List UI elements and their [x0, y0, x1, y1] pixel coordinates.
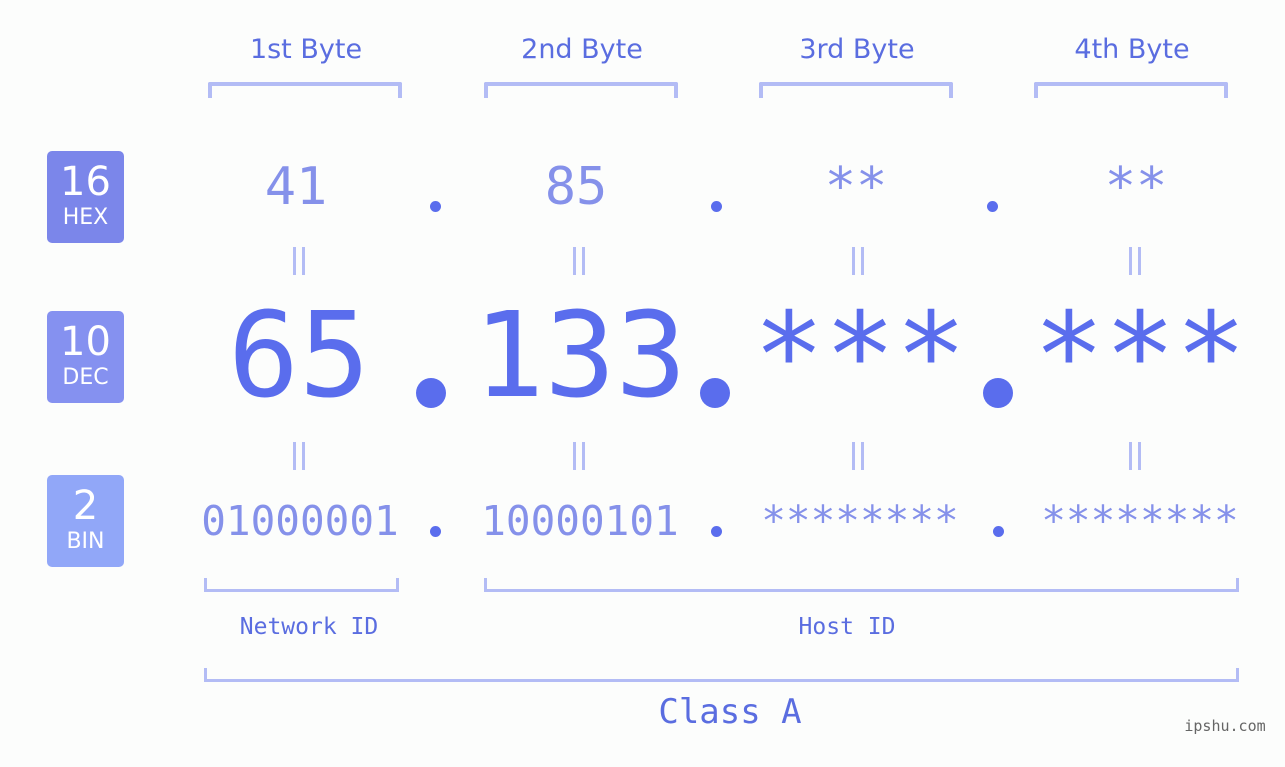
byte-header-3: 3rd Byte — [799, 34, 915, 65]
dec-byte-1: 65 — [227, 286, 371, 424]
dec-badge: 10 DEC — [47, 311, 124, 403]
dec-byte-2: 133 — [473, 286, 687, 424]
bin-byte-4: ******** — [1041, 497, 1239, 545]
dec-dot-3 — [983, 378, 1013, 408]
dec-base-number: 10 — [60, 319, 111, 365]
hex-badge: 16 HEX — [47, 151, 124, 243]
bin-badge: 2 BIN — [47, 475, 124, 567]
equals-dec-bin-2 — [573, 442, 585, 470]
host-id-bracket — [484, 578, 1239, 592]
bin-base-label: BIN — [66, 529, 105, 554]
dec-dot-2 — [700, 378, 730, 408]
byte-bracket-4 — [1034, 82, 1228, 98]
hex-byte-1: 41 — [264, 157, 328, 217]
hex-base-label: HEX — [62, 205, 109, 230]
dec-byte-3: *** — [753, 286, 967, 424]
hex-base-number: 16 — [60, 159, 111, 205]
equals-dec-bin-1 — [293, 442, 305, 470]
hex-byte-2: 85 — [544, 157, 608, 217]
byte-header-2: 2nd Byte — [521, 34, 643, 65]
watermark: ipshu.com — [1184, 717, 1266, 735]
hex-byte-4: ** — [1104, 157, 1168, 217]
network-id-label: Network ID — [239, 614, 379, 640]
bin-byte-1: 01000001 — [201, 497, 399, 545]
bin-dot-3 — [993, 526, 1004, 537]
equals-dec-bin-3 — [852, 442, 864, 470]
byte-bracket-3 — [759, 82, 953, 98]
equals-hex-dec-2 — [573, 247, 585, 275]
dec-dot-1 — [416, 378, 446, 408]
bin-byte-3: ******** — [761, 497, 959, 545]
class-bracket — [204, 668, 1239, 682]
dec-byte-4: *** — [1033, 286, 1247, 424]
hex-byte-3: ** — [824, 157, 888, 217]
network-id-bracket — [204, 578, 399, 592]
hex-dot-2 — [711, 201, 722, 212]
class-label: Class A — [658, 692, 802, 732]
equals-hex-dec-1 — [293, 247, 305, 275]
equals-dec-bin-4 — [1129, 442, 1141, 470]
bin-dot-1 — [430, 526, 441, 537]
byte-bracket-2 — [484, 82, 678, 98]
bin-dot-2 — [711, 526, 722, 537]
equals-hex-dec-3 — [852, 247, 864, 275]
bin-byte-2: 10000101 — [481, 497, 679, 545]
byte-bracket-1 — [208, 82, 402, 98]
byte-header-4: 4th Byte — [1074, 34, 1190, 65]
host-id-label: Host ID — [798, 614, 896, 640]
equals-hex-dec-4 — [1129, 247, 1141, 275]
hex-dot-3 — [987, 201, 998, 212]
byte-header-1: 1st Byte — [249, 34, 363, 65]
dec-base-label: DEC — [62, 365, 109, 390]
bin-base-number: 2 — [72, 483, 99, 529]
hex-dot-1 — [430, 201, 441, 212]
